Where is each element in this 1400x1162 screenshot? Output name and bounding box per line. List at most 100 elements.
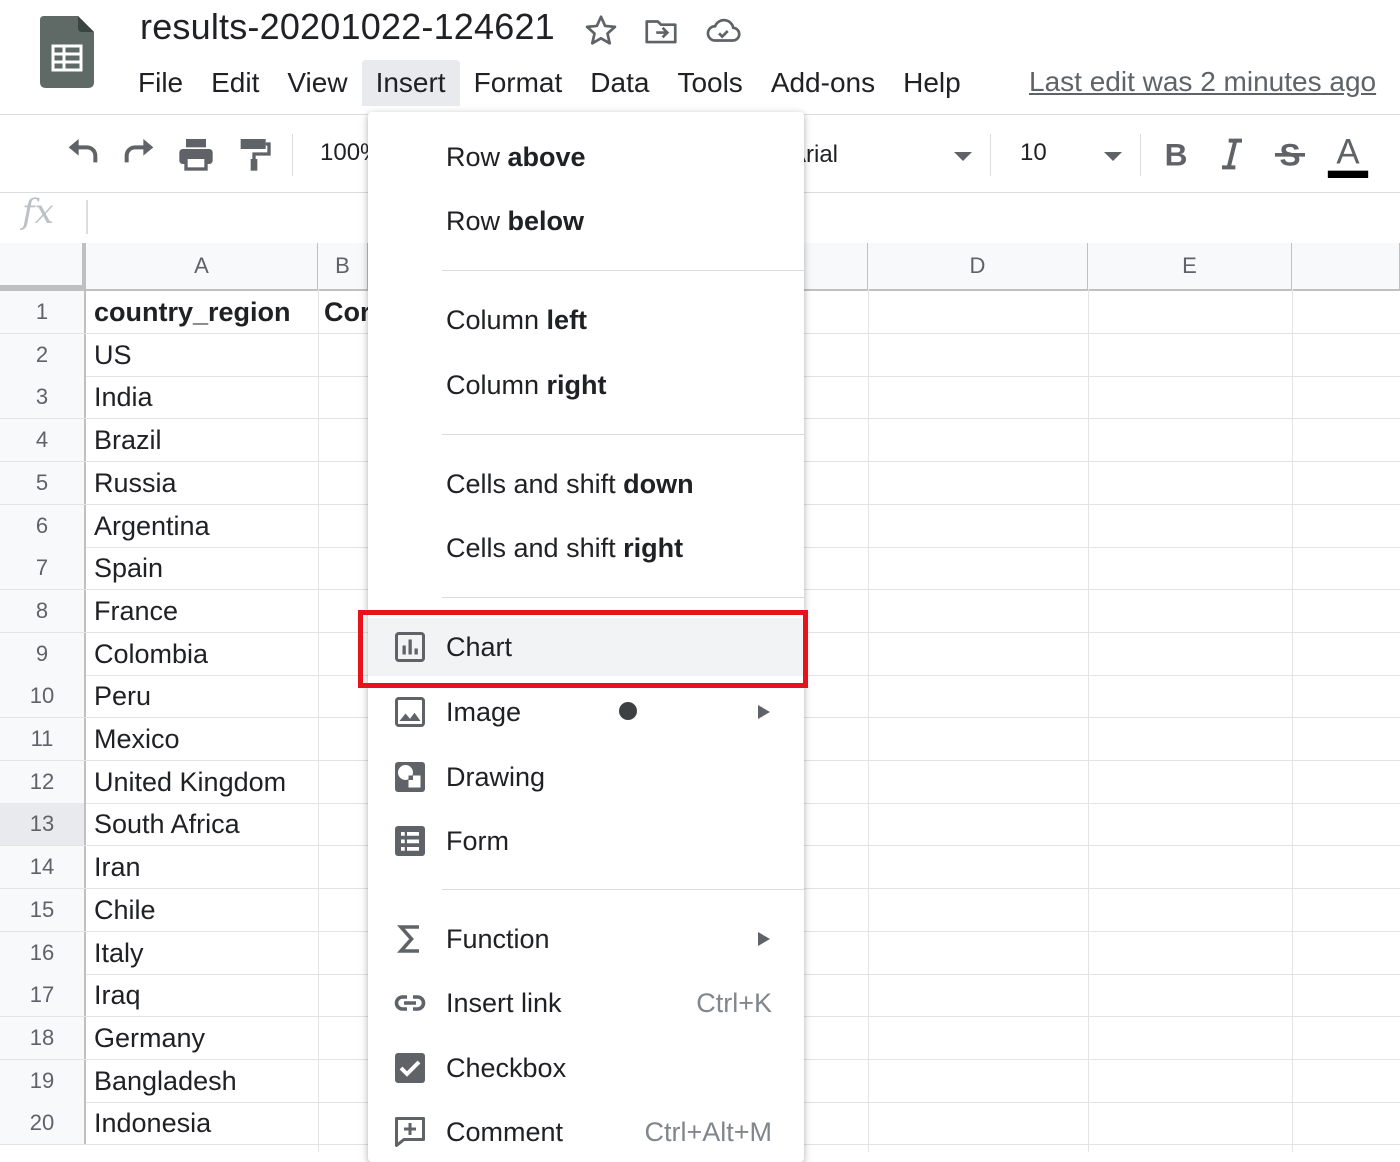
row-below-plain: Row [446,206,508,236]
cell-country-region[interactable]: United Kingdom [94,761,286,803]
row-number[interactable]: 1 [0,291,86,333]
insert-column-left[interactable]: Column left [368,291,804,349]
print-icon[interactable] [176,134,216,174]
text-color-icon[interactable]: A [1326,132,1370,180]
row-number[interactable]: 20 [0,1102,86,1145]
column-header[interactable]: A [86,243,318,289]
insert-form[interactable]: Form [368,812,804,870]
row-number[interactable]: 5 [0,461,86,504]
cell-country-region[interactable]: Argentina [94,505,210,547]
cell-country-region[interactable]: country_region [94,291,291,333]
cell-country-region[interactable]: France [94,590,178,632]
menu-insert[interactable]: Insert [361,60,460,106]
cell-country-region[interactable]: US [94,334,132,376]
column-right-plain: Column [446,370,547,400]
star-icon[interactable] [582,12,620,50]
row-number[interactable]: 12 [0,760,86,803]
insert-function[interactable]: Function [368,910,804,968]
cell-column-b-header[interactable]: Cor [324,291,371,333]
row-number[interactable]: 6 [0,504,86,547]
cell-country-region[interactable]: Iraq [94,974,141,1016]
submenu-arrow-icon [758,705,770,719]
row-number[interactable]: 4 [0,419,86,462]
cell-country-region[interactable]: Indonesia [94,1102,211,1144]
row-number[interactable]: 13 [0,803,86,846]
insert-cells-shift-right[interactable]: Cells and shift right [368,519,804,577]
cell-country-region[interactable]: Germany [94,1017,205,1059]
column-header[interactable]: E [1088,243,1292,289]
fx-icon: fx [22,192,54,232]
cell-country-region[interactable]: South Africa [94,803,240,845]
insert-row-above[interactable]: Row above [368,128,804,186]
column-header[interactable]: B [318,243,368,289]
cell-country-region[interactable]: Chile [94,889,156,931]
menu-addons[interactable]: Add-ons [757,60,889,106]
bold-icon[interactable]: B [1156,134,1196,174]
undo-icon[interactable] [62,134,102,174]
insert-row-below[interactable]: Row below [368,192,804,250]
cell-country-region[interactable]: Peru [94,675,151,717]
form-label: Form [446,826,509,856]
toolbar-separator [292,134,293,176]
row-number[interactable]: 10 [0,675,86,718]
insert-drawing[interactable]: Drawing [368,748,804,806]
paint-format-icon[interactable] [234,134,274,174]
redo-icon[interactable] [120,134,160,174]
cell-country-region[interactable]: Russia [94,462,177,504]
last-edit-link[interactable]: Last edit was 2 minutes ago [1029,66,1376,98]
row-number[interactable]: 17 [0,974,86,1017]
row-number[interactable]: 7 [0,547,86,590]
italic-icon[interactable] [1212,134,1252,174]
cell-country-region[interactable]: Italy [94,932,144,974]
cell-country-region[interactable]: Spain [94,547,163,589]
cell-country-region[interactable]: Colombia [94,633,208,675]
insert-comment[interactable]: Comment Ctrl+Alt+M [368,1103,804,1161]
row-number[interactable]: 8 [0,589,86,632]
cell-country-region[interactable]: Bangladesh [94,1060,237,1102]
row-number[interactable]: 19 [0,1059,86,1102]
row-number[interactable]: 9 [0,632,86,675]
row-number[interactable]: 18 [0,1016,86,1059]
cell-country-region[interactable]: Mexico [94,718,180,760]
menu-format[interactable]: Format [460,60,577,106]
insert-link[interactable]: Insert link Ctrl+K [368,974,804,1032]
row-number[interactable]: 15 [0,888,86,931]
menu-edit[interactable]: Edit [197,60,273,106]
insert-column-right[interactable]: Column right [368,356,804,414]
cell-country-region[interactable]: India [94,376,153,418]
column-header[interactable]: D [868,243,1088,289]
insert-cells-shift-down[interactable]: Cells and shift down [368,455,804,513]
cloud-saved-icon[interactable] [704,12,742,50]
strikethrough-icon[interactable]: S [1270,134,1310,174]
row-number[interactable]: 3 [0,376,86,419]
insert-link-label: Insert link [446,988,562,1018]
row-number[interactable]: 11 [0,718,86,760]
font-select[interactable]: Arial [790,141,980,169]
drawing-icon [395,762,425,792]
row-number[interactable]: 2 [0,333,86,376]
menu-tools[interactable]: Tools [663,60,756,106]
move-to-folder-icon[interactable] [642,12,680,50]
sheets-logo-icon[interactable] [40,16,94,88]
menu-file[interactable]: File [124,60,197,106]
row-number[interactable]: 14 [0,846,86,889]
insert-checkbox[interactable]: Checkbox [368,1039,804,1097]
font-size-caret-icon[interactable] [1104,152,1122,161]
column-header[interactable] [1292,243,1400,289]
font-dropdown-caret-icon[interactable] [954,152,972,161]
menu-data[interactable]: Data [576,60,663,106]
chart-highlight-annotation [358,610,808,688]
cell-country-region[interactable]: Iran [94,846,141,888]
menu-view[interactable]: View [273,60,361,106]
image-label: Image [446,697,522,727]
drawing-label: Drawing [446,762,546,792]
menu-help[interactable]: Help [889,60,975,106]
svg-text:B: B [1165,137,1188,173]
document-title[interactable]: results-20201022-124621 [140,6,555,48]
column-gridline [868,289,869,1152]
font-size-select[interactable]: 10 [1020,139,1047,167]
cell-country-region[interactable]: Brazil [94,419,162,461]
insert-image[interactable]: Image [368,683,804,741]
select-all-corner[interactable] [0,243,86,289]
row-number[interactable]: 16 [0,931,86,974]
